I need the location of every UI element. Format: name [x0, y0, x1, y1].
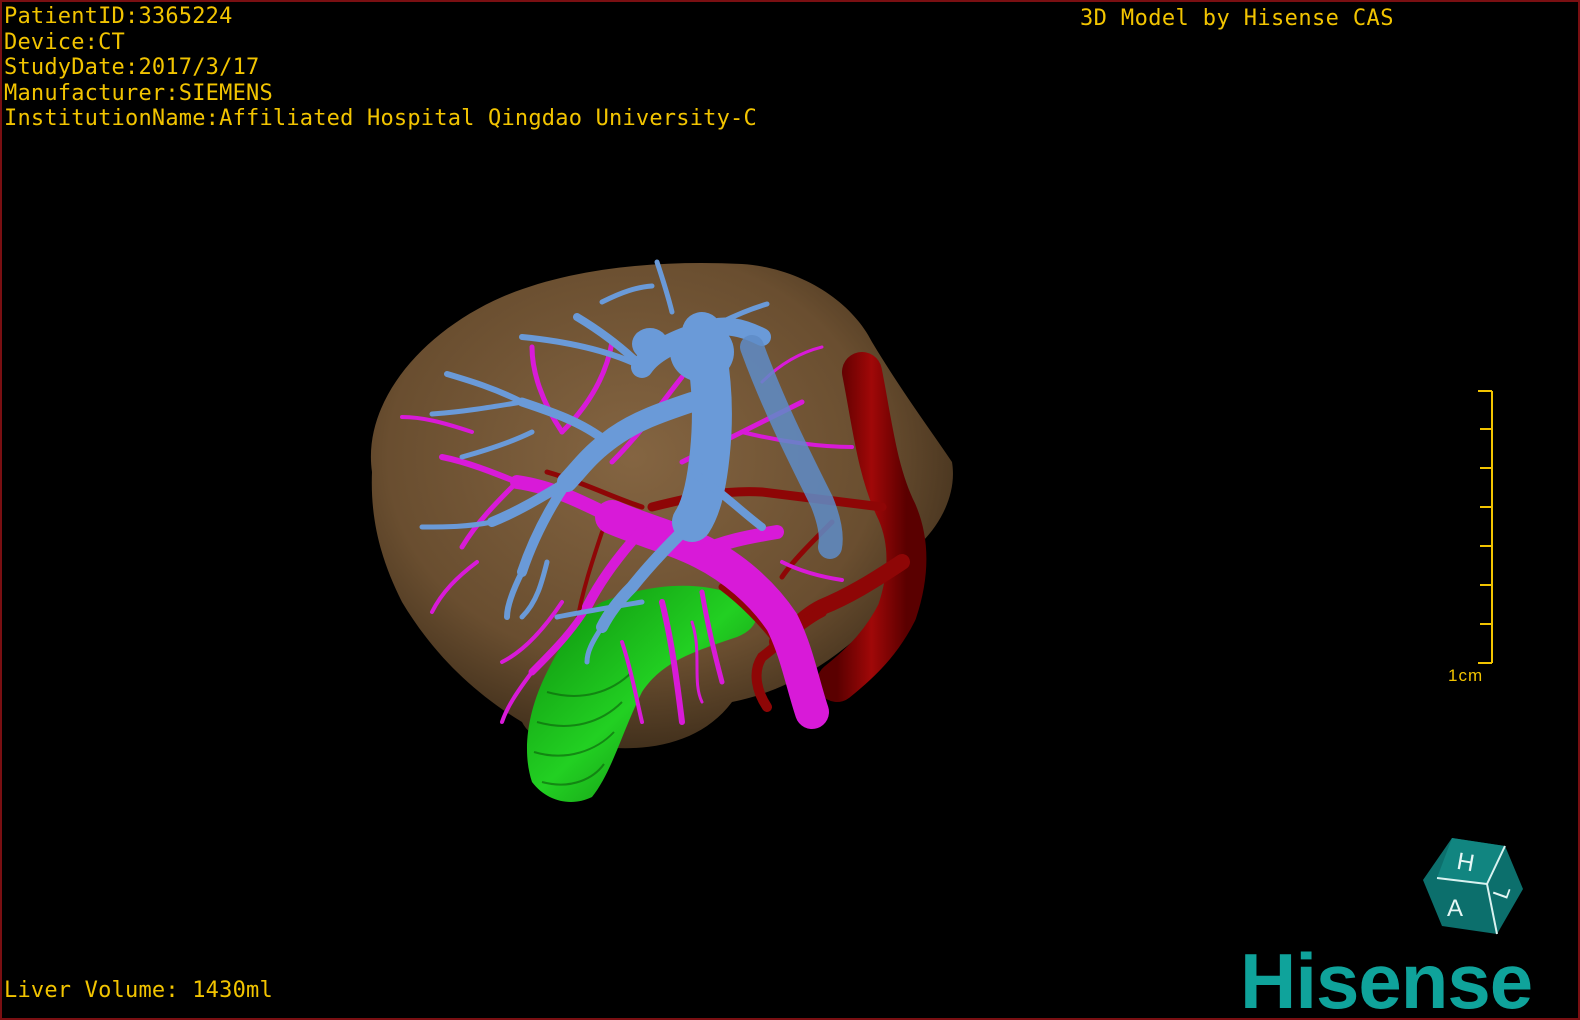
- hepatic-vein-confluence: [670, 322, 734, 382]
- institution-text: InstitutionName:Affiliated Hospital Qing…: [4, 106, 757, 131]
- orientation-cube[interactable]: H A L: [1417, 834, 1527, 944]
- scale-bar-label: 1cm: [1448, 666, 1484, 685]
- scale-bar: [1478, 390, 1493, 664]
- liver-3d-model[interactable]: [2, 2, 1578, 1018]
- hepatic-vein-bulb: [632, 328, 668, 360]
- manufacturer-text: Manufacturer:SIEMENS: [4, 81, 273, 106]
- liver-volume-text: Liver Volume: 1430ml: [4, 978, 273, 1003]
- 3d-viewport[interactable]: PatientID:3365224 Device:CT StudyDate:20…: [0, 0, 1580, 1020]
- study-date-text: StudyDate:2017/3/17: [4, 55, 260, 80]
- cube-face-left-label: A: [1447, 895, 1463, 922]
- device-text: Device:CT: [4, 30, 126, 55]
- hisense-logo: Hisense: [1240, 937, 1533, 1020]
- model-credit-text: 3D Model by Hisense CAS: [1080, 6, 1394, 31]
- patient-id-text: PatientID:3365224: [4, 4, 233, 29]
